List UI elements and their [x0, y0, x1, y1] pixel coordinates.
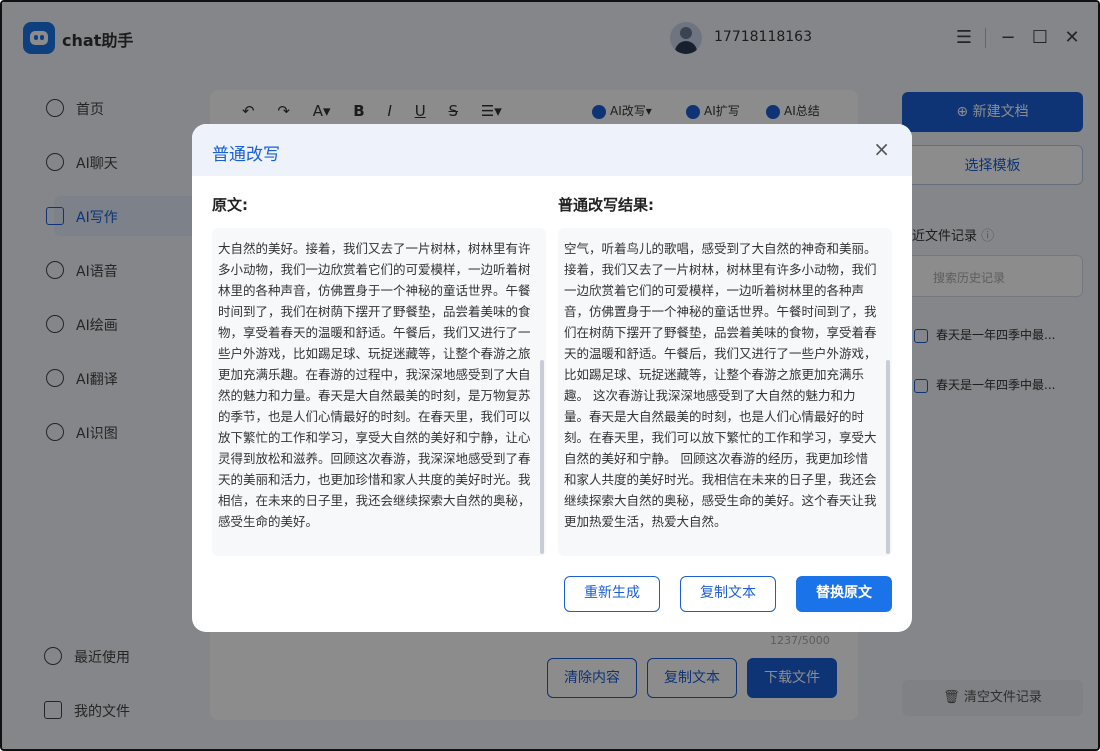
- original-scrollbar[interactable]: [540, 360, 544, 554]
- close-icon[interactable]: ×: [873, 138, 890, 160]
- app-window: chat助手 17718118163 ☰ − ☐ ✕ 首页 AI聊天 AI写作 …: [0, 0, 1100, 751]
- rewrite-dialog: 普通改写 × 原文: 普通改写结果: 大自然的美好。接着，我们又去了一片树林，树…: [192, 124, 912, 632]
- dialog-header: 普通改写 ×: [192, 124, 912, 176]
- dialog-title: 普通改写: [212, 145, 280, 165]
- regenerate-button[interactable]: 重新生成: [564, 576, 660, 612]
- result-label: 普通改写结果:: [558, 196, 654, 214]
- replace-original-button[interactable]: 替换原文: [796, 576, 892, 612]
- copy-text-button[interactable]: 复制文本: [680, 576, 776, 612]
- original-text-area[interactable]: 大自然的美好。接着，我们又去了一片树林，树林里有许多小动物，我们一边欣赏着它们的…: [212, 228, 546, 556]
- result-scrollbar[interactable]: [886, 360, 890, 554]
- original-label: 原文:: [212, 196, 248, 214]
- result-text-area[interactable]: 空气，听着鸟儿的歌唱，感受到了大自然的神奇和美丽。 接着，我们又去了一片树林，树…: [558, 228, 892, 556]
